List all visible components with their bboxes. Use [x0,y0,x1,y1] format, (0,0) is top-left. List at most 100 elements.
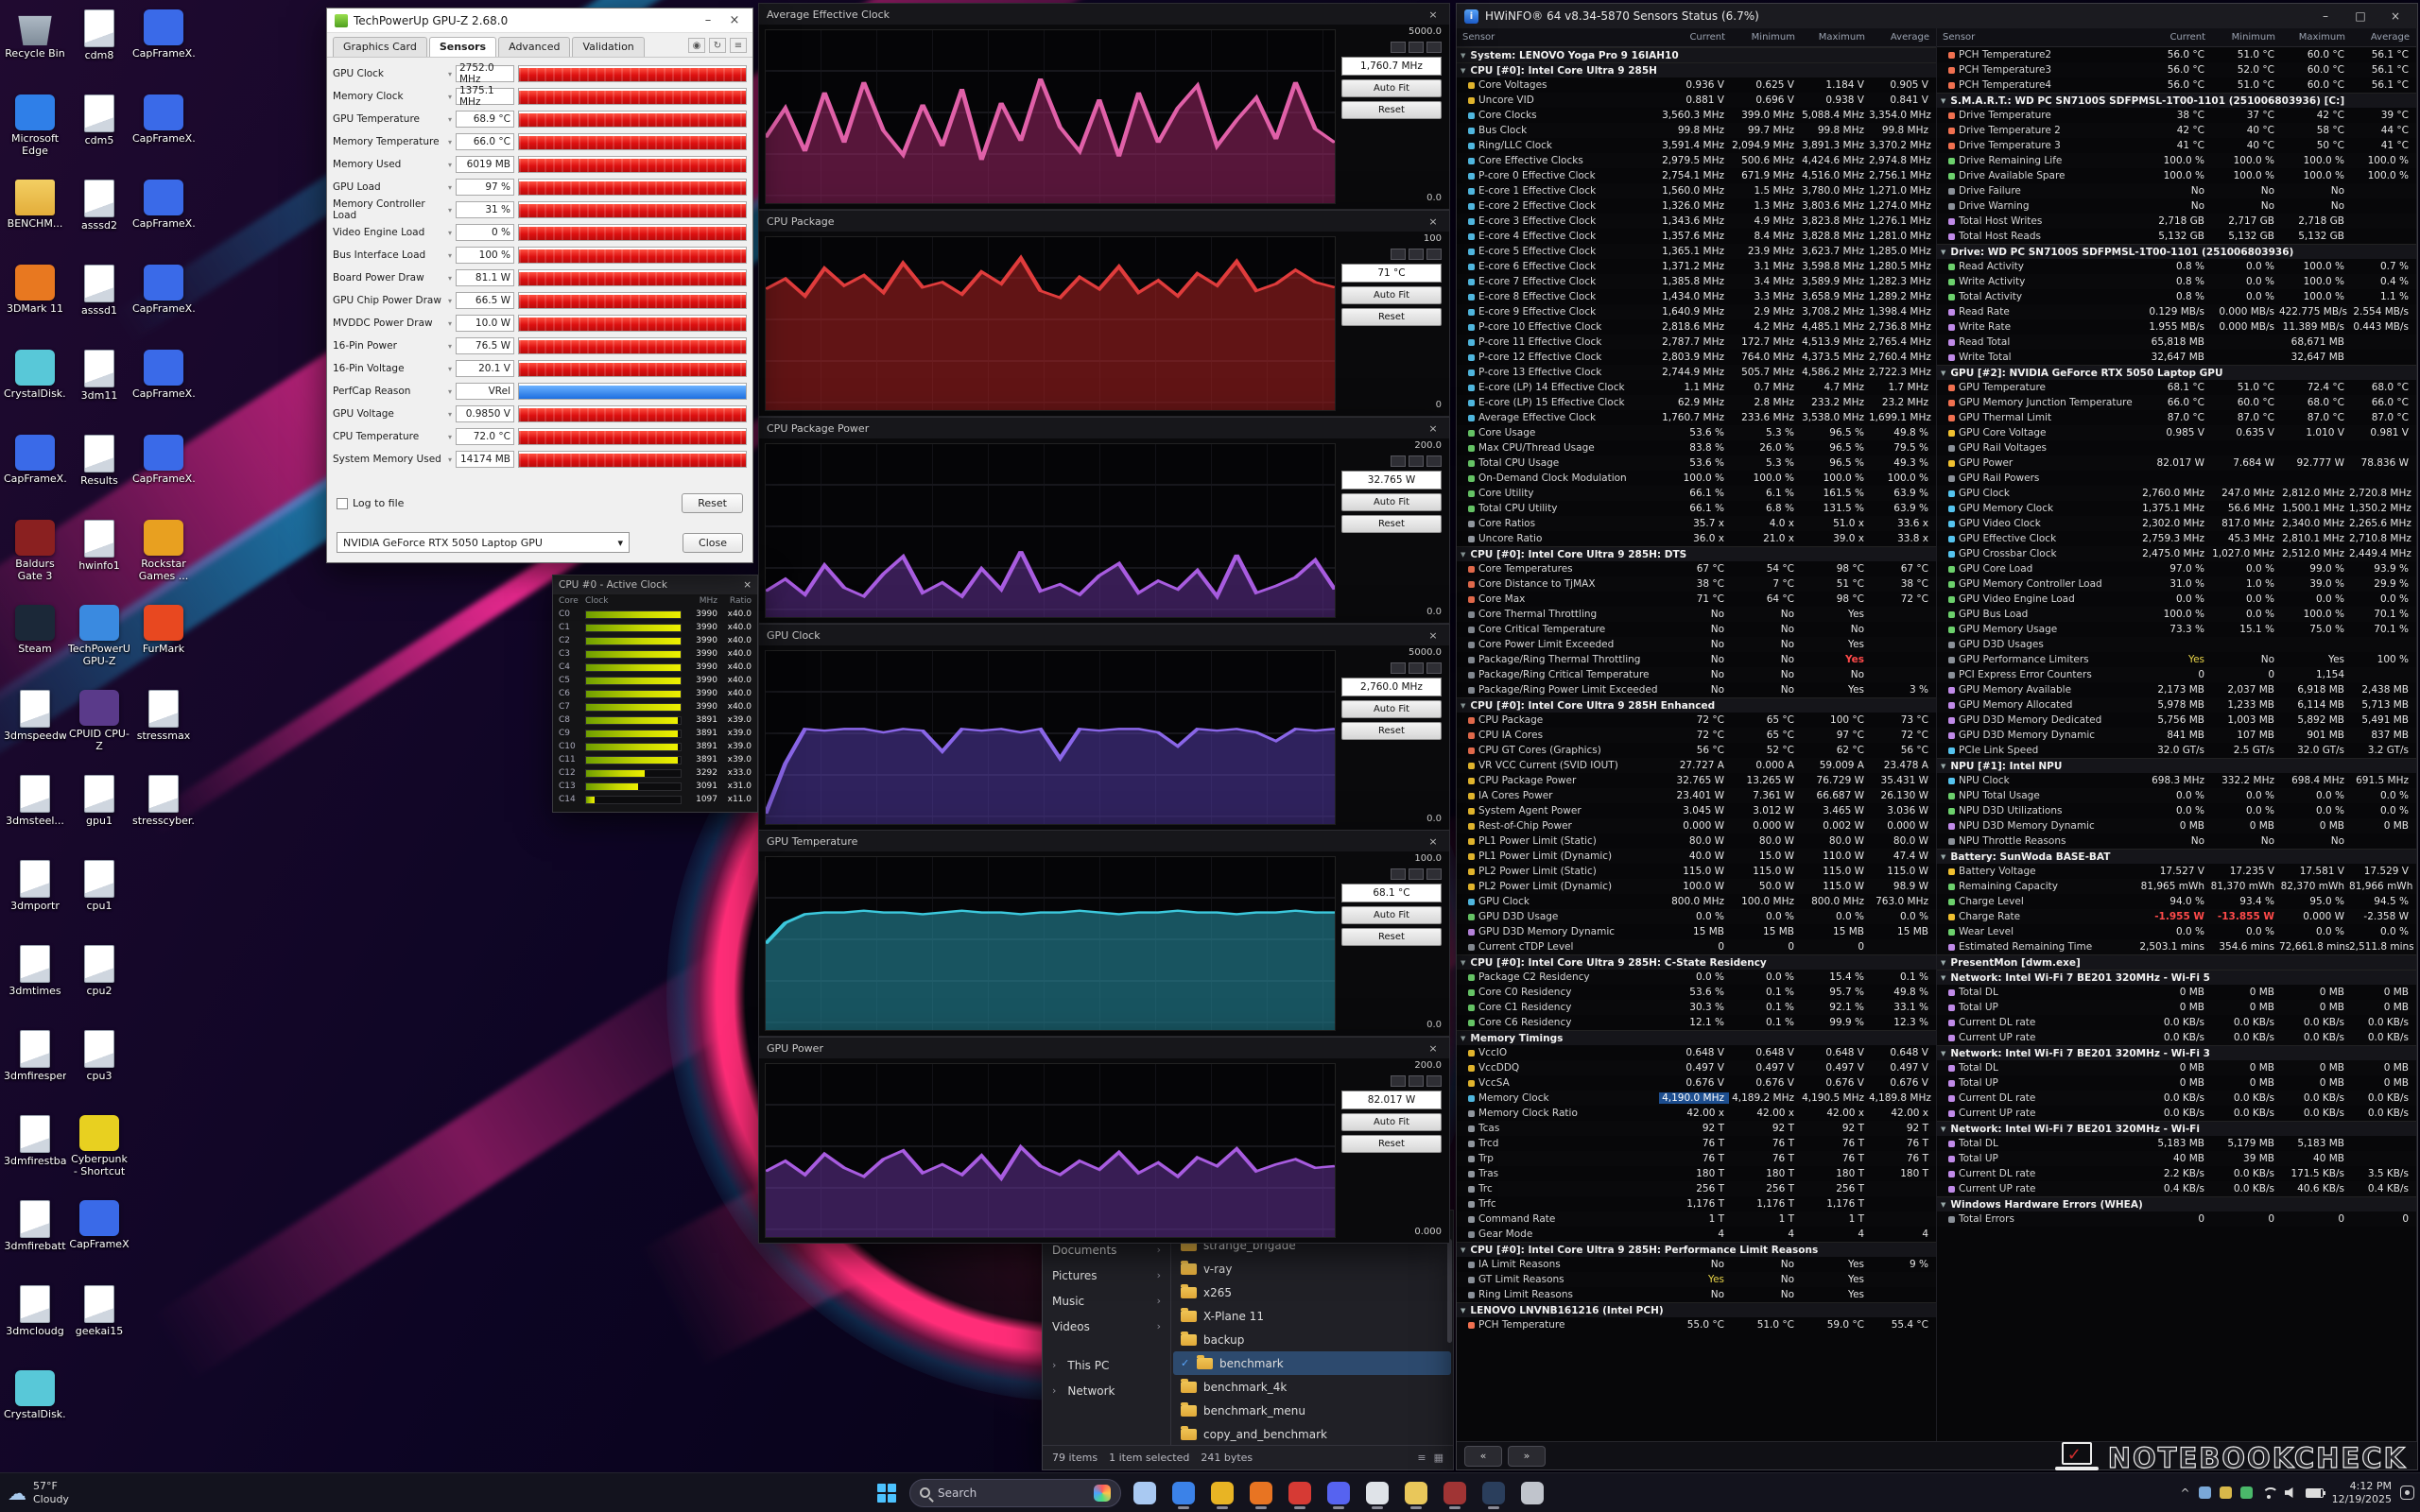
graph-style-icon[interactable] [1426,455,1442,467]
hidden-icons-chevron[interactable]: ^ [2181,1486,2190,1500]
desktop-icon[interactable]: TechPowerUp GPU-Z [68,605,130,682]
sensor-section-header[interactable]: ▼Network: Intel Wi-Fi 7 BE201 320MHz - W… [1937,1045,2416,1060]
sensor-section-header[interactable]: ▼Windows Hardware Errors (WHEA) [1937,1196,2416,1211]
graph-config-icon[interactable] [1409,455,1424,467]
sensor-row[interactable]: Command Rate1 T1 T1 T [1457,1211,1936,1227]
column-header[interactable]: Minimum [1729,32,1799,43]
close-icon[interactable]: × [1425,629,1442,642]
sensor-row[interactable]: IA Limit ReasonsNoNoYes9 % [1457,1257,1936,1272]
sensor-section-header[interactable]: ▼CPU [#0]: Intel Core Ultra 9 285H: C-St… [1457,954,1936,970]
sensor-label[interactable]: GPU Load▾ [333,181,452,193]
autofit-button[interactable]: Auto Fit [1341,79,1442,97]
desktop-icon[interactable]: asssd2 [68,180,130,257]
sensor-row[interactable]: VccDDQ0.497 V0.497 V0.497 V0.497 V [1457,1060,1936,1075]
sensor-label[interactable]: Bus Interface Load▾ [333,249,452,261]
desktop-icon[interactable]: 3DMark 11 [4,265,66,342]
nav-item-music[interactable]: Music› [1043,1288,1170,1314]
folder-item[interactable]: backup [1173,1328,1451,1351]
graph-window-titlebar[interactable]: GPU Power× [759,1038,1449,1058]
sensor-row[interactable]: GPU Memory Controller Load31.0 %1.0 %39.… [1937,576,2416,592]
sensor-row[interactable]: GPU Video Clock2,302.0 MHz817.0 MHz2,340… [1937,516,2416,531]
sensor-row[interactable]: Estimated Remaining Time2,503.1 mins354.… [1937,939,2416,954]
sensor-row[interactable]: Core Usage53.6 %5.3 %96.5 %49.8 % [1457,425,1936,440]
desktop-icon[interactable]: Steam [4,605,66,682]
autofit-button[interactable]: Auto Fit [1341,1113,1442,1131]
sensor-row[interactable]: Charge Level94.0 %93.4 %95.0 %94.5 % [1937,894,2416,909]
desktop-icon[interactable]: 3dmspeedw... [4,690,66,767]
taskbar-file-explorer-button[interactable] [1399,1476,1433,1510]
sensor-label[interactable]: GPU Chip Power Draw▾ [333,295,452,306]
onedrive-icon[interactable] [2199,1486,2211,1499]
sensor-row[interactable]: E-core 6 Effective Clock1,371.2 MHz3.1 M… [1457,259,1936,274]
desktop-icon[interactable]: Cyberpunk - Shortcut [68,1115,130,1193]
sensor-row[interactable]: Current UP rate0.0 KB/s0.0 KB/s0.0 KB/s0… [1937,1030,2416,1045]
sensor-section-header[interactable]: ▼CPU [#0]: Intel Core Ultra 9 285H: DTS [1457,546,1936,561]
sensor-row[interactable]: E-core 3 Effective Clock1,343.6 MHz4.9 M… [1457,214,1936,229]
scrollbar[interactable] [1447,1239,1452,1343]
sensor-row[interactable]: Core C6 Residency12.1 %0.1 %99.9 %12.3 % [1457,1015,1936,1030]
sensor-row[interactable]: E-core 2 Effective Clock1,326.0 MHz1.3 M… [1457,198,1936,214]
folder-item[interactable]: copy_and_benchmark [1173,1422,1451,1446]
sensor-row[interactable]: Current DL rate2.2 KB/s0.0 KB/s171.5 KB/… [1937,1166,2416,1181]
folder-item[interactable]: benchmark_4k [1173,1375,1451,1399]
sensor-row[interactable]: GPU Thermal Limit87.0 °C87.0 °C87.0 °C87… [1937,410,2416,425]
volume-icon[interactable] [2285,1486,2297,1499]
close-icon[interactable]: × [1425,215,1442,228]
sensor-row[interactable]: GPU Rail Voltages [1937,440,2416,455]
sensor-row[interactable]: Write Total32,647 MB32,647 MB [1937,350,2416,365]
column-header[interactable]: Average [1869,32,1933,43]
graph-pin-icon[interactable] [1391,662,1406,674]
sensor-row[interactable]: Core Power Limit ExceededNoNoYes [1457,637,1936,652]
wifi-icon[interactable] [2261,1487,2276,1499]
graph-window-titlebar[interactable]: GPU Temperature× [759,831,1449,851]
sensor-row[interactable]: E-core (LP) 15 Effective Clock62.9 MHz2.… [1457,395,1936,410]
sensor-row[interactable]: Core Max71 °C64 °C98 °C72 °C [1457,592,1936,607]
folder-item[interactable]: X-Plane 11 [1173,1304,1451,1328]
sensor-row[interactable]: Total DL0 MB0 MB0 MB0 MB [1937,985,2416,1000]
sensor-row[interactable]: Package/Ring Critical TemperatureNoNoNo [1457,667,1936,682]
desktop-icon[interactable]: CapFrameX... [132,9,195,87]
sensor-row[interactable]: CPU IA Cores72 °C65 °C97 °C72 °C [1457,728,1936,743]
sensor-row[interactable]: P-core 12 Effective Clock2,803.9 MHz764.… [1457,350,1936,365]
sensor-row[interactable]: Core Distance to TjMAX38 °C7 °C51 °C38 °… [1457,576,1936,592]
graph-config-icon[interactable] [1409,662,1424,674]
log-to-file-checkbox[interactable] [337,498,348,509]
sensor-row[interactable]: Total UP40 MB39 MB40 MB [1937,1151,2416,1166]
sensor-row[interactable]: Remaining Capacity81,965 mWh81,370 mWh82… [1937,879,2416,894]
sensor-row[interactable]: CPU Package72 °C65 °C100 °C73 °C [1457,713,1936,728]
sensor-section-header[interactable]: ▼CPU [#0]: Intel Core Ultra 9 285H Enhan… [1457,697,1936,713]
sensor-label[interactable]: GPU Clock▾ [333,68,452,79]
maximize-icon[interactable]: □ [2346,9,2375,23]
sensor-row[interactable]: E-core 8 Effective Clock1,434.0 MHz3.3 M… [1457,289,1936,304]
sensor-row[interactable]: Core C1 Residency30.3 %0.1 %92.1 %33.1 % [1457,1000,1936,1015]
sensor-row[interactable]: GPU Core Load97.0 %0.0 %99.0 %93.9 % [1937,561,2416,576]
sensor-row[interactable]: GPU Memory Allocated5,978 MB1,233 MB6,11… [1937,697,2416,713]
graph-style-icon[interactable] [1426,662,1442,674]
sensor-row[interactable]: Total Errors0000 [1937,1211,2416,1227]
column-header[interactable]: Maximum [1799,32,1869,43]
sensor-row[interactable]: Total Activity0.8 %0.0 %100.0 %1.1 % [1937,289,2416,304]
autofit-button[interactable]: Auto Fit [1341,906,1442,924]
column-header[interactable]: Sensor [1459,32,1659,43]
sensor-label[interactable]: CPU Temperature▾ [333,431,452,442]
sensor-row[interactable]: PCH Temperature55.0 °C51.0 °C59.0 °C55.4… [1457,1317,1936,1332]
close-icon[interactable]: × [2381,9,2410,23]
sensor-label[interactable]: MVDDC Power Draw▾ [333,318,452,329]
sensor-section-header[interactable]: ▼CPU [#0]: Intel Core Ultra 9 285H: Perf… [1457,1242,1936,1257]
sensor-section-header[interactable]: ▼Battery: SunWoda BASE-BAT [1937,849,2416,864]
minimize-icon[interactable]: – [2311,9,2340,23]
desktop-icon[interactable]: stressmax [132,690,195,767]
folder-item[interactable]: ✓benchmark [1173,1351,1451,1375]
sensor-row[interactable]: CPU Package Power32.765 W13.265 W76.729 … [1457,773,1936,788]
sensor-row[interactable]: GPU D3D Memory Dedicated5,756 MB1,003 MB… [1937,713,2416,728]
sensor-section-header[interactable]: ▼S.M.A.R.T.: WD PC SN7100S SDFPMSL-1T00-… [1937,93,2416,108]
desktop-icon[interactable]: CapFrameX... [132,265,195,342]
sensor-row[interactable]: On-Demand Clock Modulation100.0 %100.0 %… [1457,471,1936,486]
graph-config-icon[interactable] [1409,868,1424,880]
sensor-row[interactable]: E-core (LP) 14 Effective Clock1.1 MHz0.7… [1457,380,1936,395]
graph-pin-icon[interactable] [1391,42,1406,53]
sensor-row[interactable]: Uncore Ratio36.0 x21.0 x39.0 x33.8 x [1457,531,1936,546]
reset-button[interactable]: Reset [1341,308,1442,326]
graph-window-titlebar[interactable]: CPU Package× [759,211,1449,232]
autofit-button[interactable]: Auto Fit [1341,493,1442,511]
